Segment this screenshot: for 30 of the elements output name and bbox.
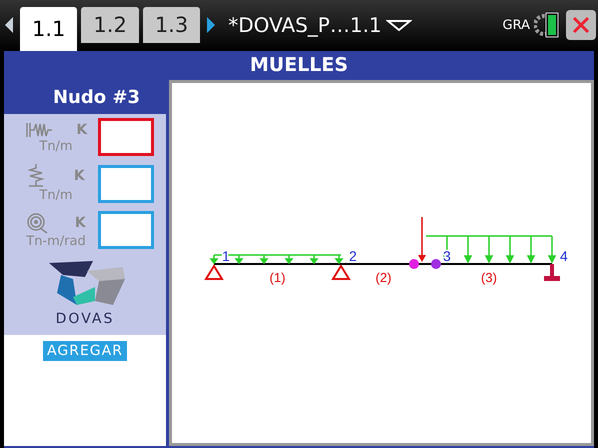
left-arrow-icon[interactable] xyxy=(4,16,14,34)
element-label: (1) xyxy=(270,270,286,285)
element-label: (3) xyxy=(481,270,497,285)
mode-indicator: GRA xyxy=(502,18,530,33)
node-label: 4 xyxy=(560,248,568,264)
unit-label: Tn/m xyxy=(39,138,73,154)
page-tab[interactable]: 1.1 xyxy=(20,6,78,51)
app-header: MUELLES xyxy=(4,50,594,80)
unit-label: Tn/m xyxy=(39,188,73,203)
node-label: 2 xyxy=(349,248,357,264)
dropdown-icon[interactable] xyxy=(386,18,412,32)
point-load-arrow xyxy=(418,217,426,262)
unit-label: Tn-m/rad xyxy=(26,234,86,248)
input-field[interactable] xyxy=(98,118,154,156)
stiffness-label: K xyxy=(74,214,86,230)
input-field[interactable] xyxy=(98,164,154,202)
page-tab[interactable]: 1.3 xyxy=(142,6,200,43)
right-arrow-icon[interactable] xyxy=(206,16,216,34)
document-title: *DOVAS_P…1.1 xyxy=(228,13,382,38)
close-button[interactable] xyxy=(566,10,596,40)
stiffness-label: K xyxy=(76,122,88,138)
close-icon xyxy=(572,16,590,34)
stiffness-label: K xyxy=(74,168,85,184)
element-label: (2) xyxy=(376,270,392,285)
logo-text: DOVAS xyxy=(56,311,114,327)
spiral-spring-icon xyxy=(26,212,48,234)
input-field[interactable] xyxy=(98,211,154,249)
page-tab[interactable]: 1.2 xyxy=(81,6,139,43)
spring-icon xyxy=(24,120,53,138)
spring-icon xyxy=(27,164,46,188)
